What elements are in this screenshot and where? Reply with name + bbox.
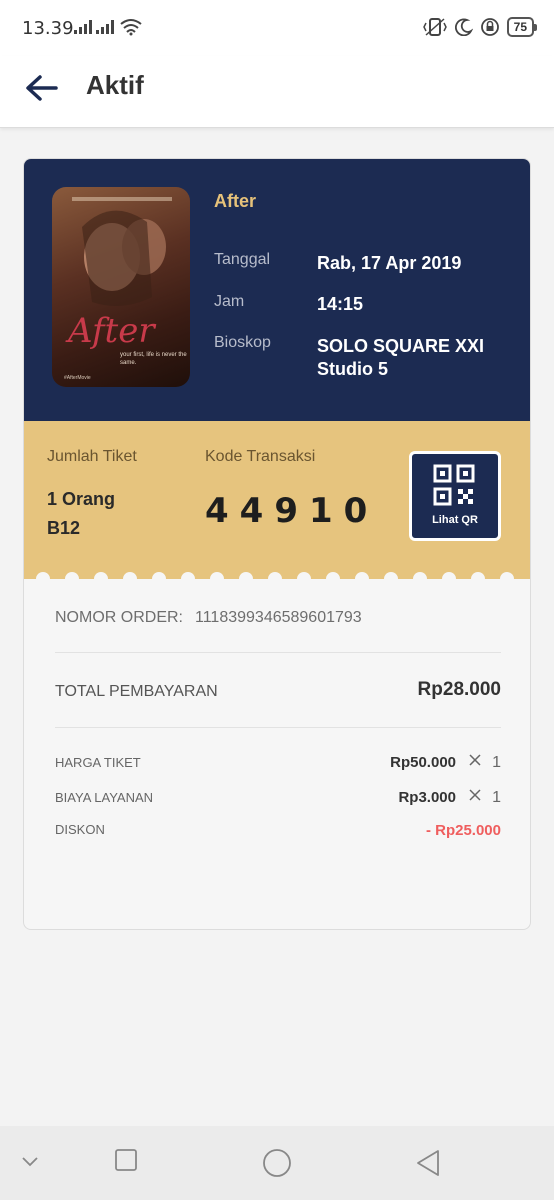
movie-title: After	[214, 191, 257, 211]
service-fee-qty: 1	[492, 789, 501, 806]
ticket-price-quantity: 1	[468, 753, 501, 772]
arrow-left-icon	[26, 75, 58, 101]
ticket-price-label: HARGA TIKET	[55, 755, 141, 770]
status-bar: 13.39 75	[0, 0, 554, 56]
cinema-name: SOLO SQUARE XXI	[317, 336, 485, 356]
total-payment-value: Rp28.000	[417, 679, 501, 700]
qr-code-icon	[433, 464, 475, 506]
date-label: Tanggal	[214, 251, 271, 268]
back-button[interactable]	[22, 68, 66, 108]
lock-icon	[480, 18, 499, 36]
multiply-icon	[469, 754, 481, 766]
vibrate-icon	[422, 18, 447, 36]
service-fee-value: Rp3.000	[398, 789, 456, 806]
movie-poster: After your first, life is never the same…	[52, 187, 190, 387]
seat-number: B12	[47, 518, 81, 538]
discount-value: - Rp25.000	[425, 822, 501, 839]
multiply-icon	[469, 789, 481, 801]
time-value: 14:15	[317, 294, 364, 314]
order-number-row: NOMOR ORDER: 1118399346589601793	[55, 609, 362, 627]
app-header: Aktif	[0, 56, 554, 128]
triangle-back-icon[interactable]	[414, 1148, 442, 1178]
view-qr-label: Lihat QR	[432, 514, 478, 526]
poster-tagline: your first, life is never the same.	[120, 352, 187, 366]
service-fee-label: BIAYA LAYANAN	[55, 790, 154, 805]
ticket-price-qty: 1	[492, 754, 501, 771]
status-time: 13.39	[22, 18, 74, 39]
divider	[55, 652, 501, 653]
cinema-studio: Studio 5	[317, 359, 388, 379]
ticket-count-value: 1 Orang	[47, 489, 116, 509]
transaction-label: Kode Transaksi	[205, 448, 316, 465]
view-qr-button[interactable]: Lihat QR	[409, 451, 501, 541]
ticket-details: Jumlah Tiket 1 Orang B12 Kode Transaksi …	[24, 421, 530, 586]
system-nav-bar	[0, 1126, 554, 1200]
poster-hashtag: #AfterMovie	[64, 375, 91, 381]
signal-icon	[74, 20, 92, 34]
discount-label: DISKON	[55, 822, 105, 837]
date-value: Rab, 17 Apr 2019	[317, 253, 462, 273]
service-fee-quantity: 1	[468, 788, 501, 807]
order-number-value: 1118399346589601793	[195, 609, 362, 626]
battery-indicator: 75	[506, 17, 538, 37]
ticket-header: After your first, life is never the same…	[24, 159, 530, 421]
circle-icon[interactable]	[262, 1148, 292, 1178]
time-label: Jam	[214, 293, 245, 310]
signal-icon-2	[96, 20, 114, 34]
moon-icon	[454, 18, 473, 36]
square-icon[interactable]	[114, 1148, 138, 1172]
ticket-count-label: Jumlah Tiket	[47, 448, 137, 465]
wifi-icon	[120, 19, 142, 36]
page-title: Aktif	[86, 70, 144, 100]
transaction-code: 44910	[205, 491, 379, 531]
divider	[55, 727, 501, 728]
payment-details: NOMOR ORDER: 1118399346589601793 TOTAL PE…	[24, 579, 530, 929]
ticket-card: After your first, life is never the same…	[23, 158, 531, 930]
total-payment-label: TOTAL PEMBAYARAN	[55, 683, 218, 700]
poster-title: After	[68, 311, 155, 351]
order-number-label: NOMOR ORDER:	[55, 609, 183, 626]
ticket-price-value: Rp50.000	[390, 754, 456, 771]
chevron-down-icon[interactable]	[20, 1154, 40, 1168]
cinema-label: Bioskop	[214, 334, 271, 351]
